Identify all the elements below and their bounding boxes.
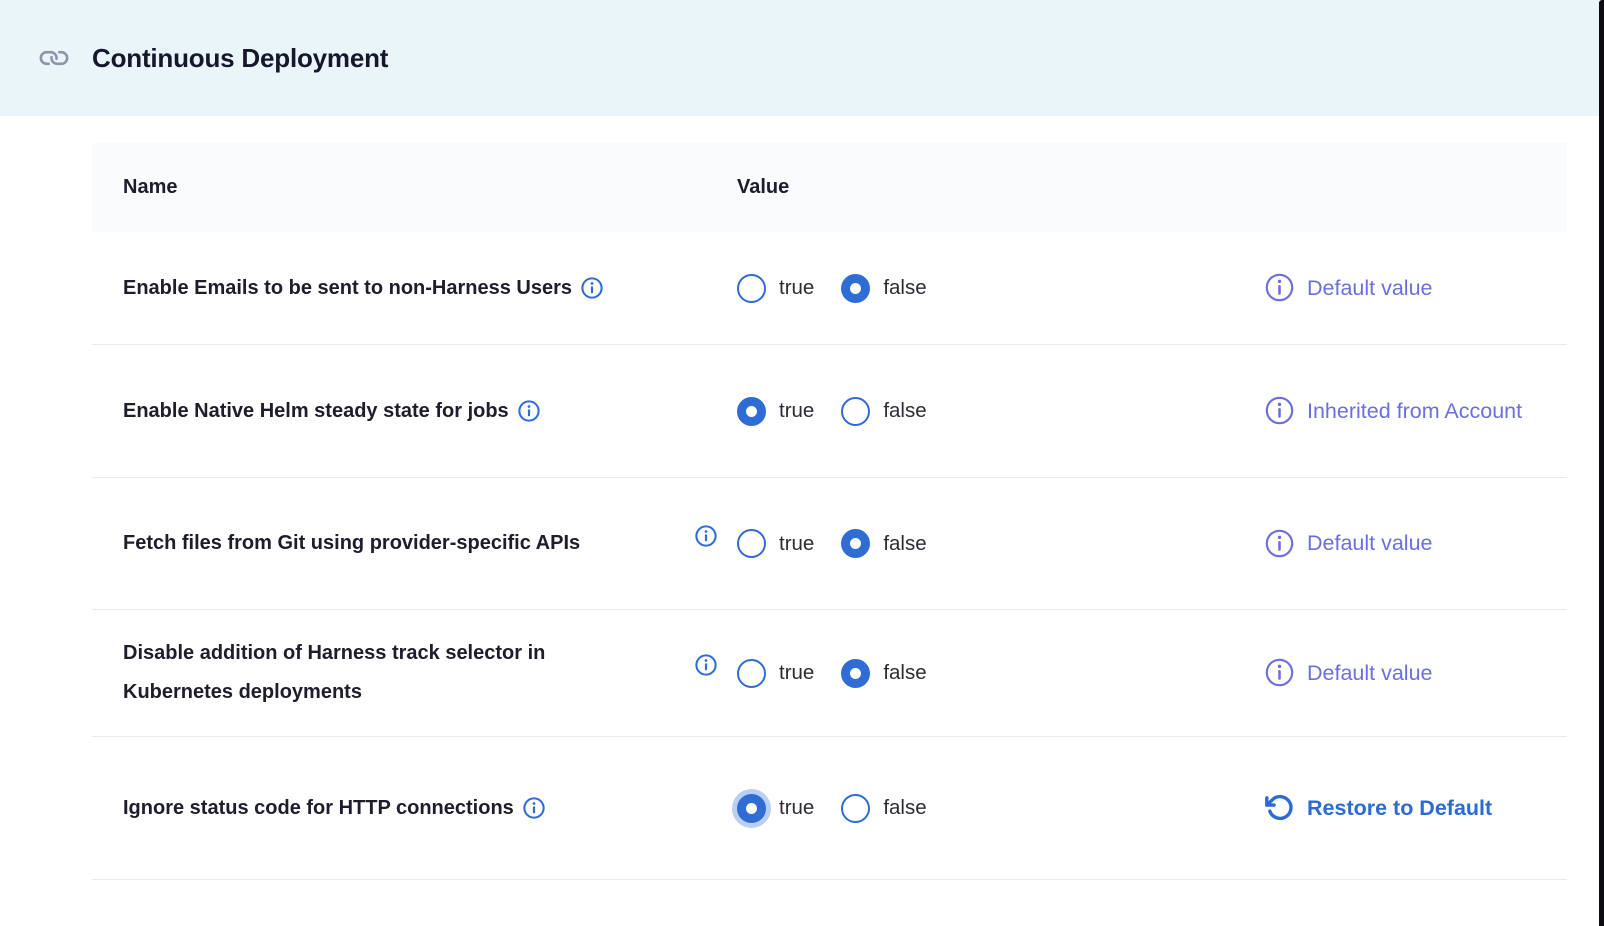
radio-false-label: false bbox=[883, 532, 926, 556]
radio-true-label: true bbox=[779, 276, 814, 300]
value-info-slot bbox=[695, 533, 737, 555]
radio-true-label: true bbox=[779, 399, 814, 423]
radio-false-label: false bbox=[883, 661, 926, 685]
radio-option-true[interactable]: true bbox=[737, 529, 814, 558]
table-row: Disable addition of Harness track select… bbox=[92, 610, 1567, 737]
radio-true-circle[interactable] bbox=[737, 397, 766, 426]
radio-option-false[interactable]: false bbox=[841, 659, 926, 688]
setting-name-label: Enable Emails to be sent to non-Harness … bbox=[123, 269, 572, 308]
radio-option-true[interactable]: true bbox=[737, 659, 814, 688]
info-circle-icon[interactable] bbox=[1265, 529, 1294, 558]
radio-false-label: false bbox=[883, 399, 926, 423]
radio-option-true[interactable]: true bbox=[737, 794, 814, 823]
table-row: Fetch files from Git using provider-spec… bbox=[92, 478, 1567, 610]
setting-value-cell: true false bbox=[695, 274, 1255, 303]
settings-rows: Enable Emails to be sent to non-Harness … bbox=[92, 232, 1567, 880]
link-icon[interactable] bbox=[34, 38, 74, 78]
setting-value-cell: true false bbox=[695, 529, 1255, 558]
settings-table: Name Value Enable Emails to be sent to n… bbox=[92, 143, 1567, 880]
radio-false-label: false bbox=[883, 276, 926, 300]
status-label[interactable]: Restore to Default bbox=[1307, 791, 1492, 825]
page-title: Continuous Deployment bbox=[92, 43, 388, 74]
column-header-name: Name bbox=[92, 176, 695, 199]
radio-true-label: true bbox=[779, 532, 814, 556]
info-icon[interactable] bbox=[518, 400, 540, 422]
radio-false-label: false bbox=[883, 796, 926, 820]
info-circle-icon[interactable] bbox=[1265, 658, 1294, 687]
radio-option-false[interactable]: false bbox=[841, 397, 926, 426]
radio-option-false[interactable]: false bbox=[841, 794, 926, 823]
setting-name-cell: Enable Emails to be sent to non-Harness … bbox=[92, 269, 695, 308]
radio-true-circle[interactable] bbox=[737, 659, 766, 688]
radio-false-circle[interactable] bbox=[841, 659, 870, 688]
setting-status-cell: Default value bbox=[1255, 271, 1567, 305]
status-label[interactable]: Default value bbox=[1307, 271, 1433, 305]
table-row: Enable Emails to be sent to non-Harness … bbox=[92, 232, 1567, 345]
radio-false-circle[interactable] bbox=[841, 794, 870, 823]
setting-value-cell: true false bbox=[695, 397, 1255, 426]
restore-icon[interactable] bbox=[1265, 793, 1294, 822]
info-icon[interactable] bbox=[695, 525, 717, 547]
table-row: Ignore status code for HTTP connections … bbox=[92, 737, 1567, 880]
radio-option-true[interactable]: true bbox=[737, 274, 814, 303]
radio-true-label: true bbox=[779, 796, 814, 820]
radio-false-circle[interactable] bbox=[841, 397, 870, 426]
radio-true-circle[interactable] bbox=[737, 794, 766, 823]
setting-name-cell: Ignore status code for HTTP connections bbox=[92, 789, 695, 828]
setting-status-cell: Default value bbox=[1255, 526, 1567, 560]
setting-name-label: Enable Native Helm steady state for jobs bbox=[123, 392, 509, 431]
table-row: Enable Native Helm steady state for jobs… bbox=[92, 345, 1567, 478]
section-header: Continuous Deployment bbox=[0, 0, 1604, 116]
info-icon[interactable] bbox=[695, 654, 717, 676]
setting-name-label: Ignore status code for HTTP connections bbox=[123, 789, 514, 828]
radio-true-label: true bbox=[779, 661, 814, 685]
status-label[interactable]: Default value bbox=[1307, 656, 1433, 690]
setting-status-cell: Inherited from Account bbox=[1255, 394, 1567, 428]
setting-status-cell: Default value bbox=[1255, 656, 1567, 690]
radio-false-circle[interactable] bbox=[841, 274, 870, 303]
radio-true-circle[interactable] bbox=[737, 274, 766, 303]
setting-value-cell: true false bbox=[695, 659, 1255, 688]
setting-name-cell: Fetch files from Git using provider-spec… bbox=[92, 524, 695, 563]
status-label[interactable]: Default value bbox=[1307, 526, 1433, 560]
setting-name-cell: Enable Native Helm steady state for jobs bbox=[92, 392, 695, 431]
info-circle-icon[interactable] bbox=[1265, 396, 1294, 425]
radio-option-false[interactable]: false bbox=[841, 274, 926, 303]
setting-name-label: Fetch files from Git using provider-spec… bbox=[123, 524, 580, 563]
radio-false-circle[interactable] bbox=[841, 529, 870, 558]
setting-status-cell: Restore to Default bbox=[1255, 791, 1567, 825]
column-header-value: Value bbox=[695, 176, 1255, 199]
radio-true-circle[interactable] bbox=[737, 529, 766, 558]
setting-name-label: Disable addition of Harness track select… bbox=[123, 634, 653, 712]
radio-option-true[interactable]: true bbox=[737, 397, 814, 426]
table-header-row: Name Value bbox=[92, 143, 1567, 232]
value-info-slot bbox=[695, 662, 737, 684]
radio-option-false[interactable]: false bbox=[841, 529, 926, 558]
info-icon[interactable] bbox=[581, 277, 603, 299]
screenshot-right-edge bbox=[1599, 0, 1604, 926]
info-icon[interactable] bbox=[523, 797, 545, 819]
setting-value-cell: true false bbox=[695, 794, 1255, 823]
status-label[interactable]: Inherited from Account bbox=[1307, 394, 1522, 428]
info-circle-icon[interactable] bbox=[1265, 273, 1294, 302]
setting-name-cell: Disable addition of Harness track select… bbox=[92, 634, 695, 712]
